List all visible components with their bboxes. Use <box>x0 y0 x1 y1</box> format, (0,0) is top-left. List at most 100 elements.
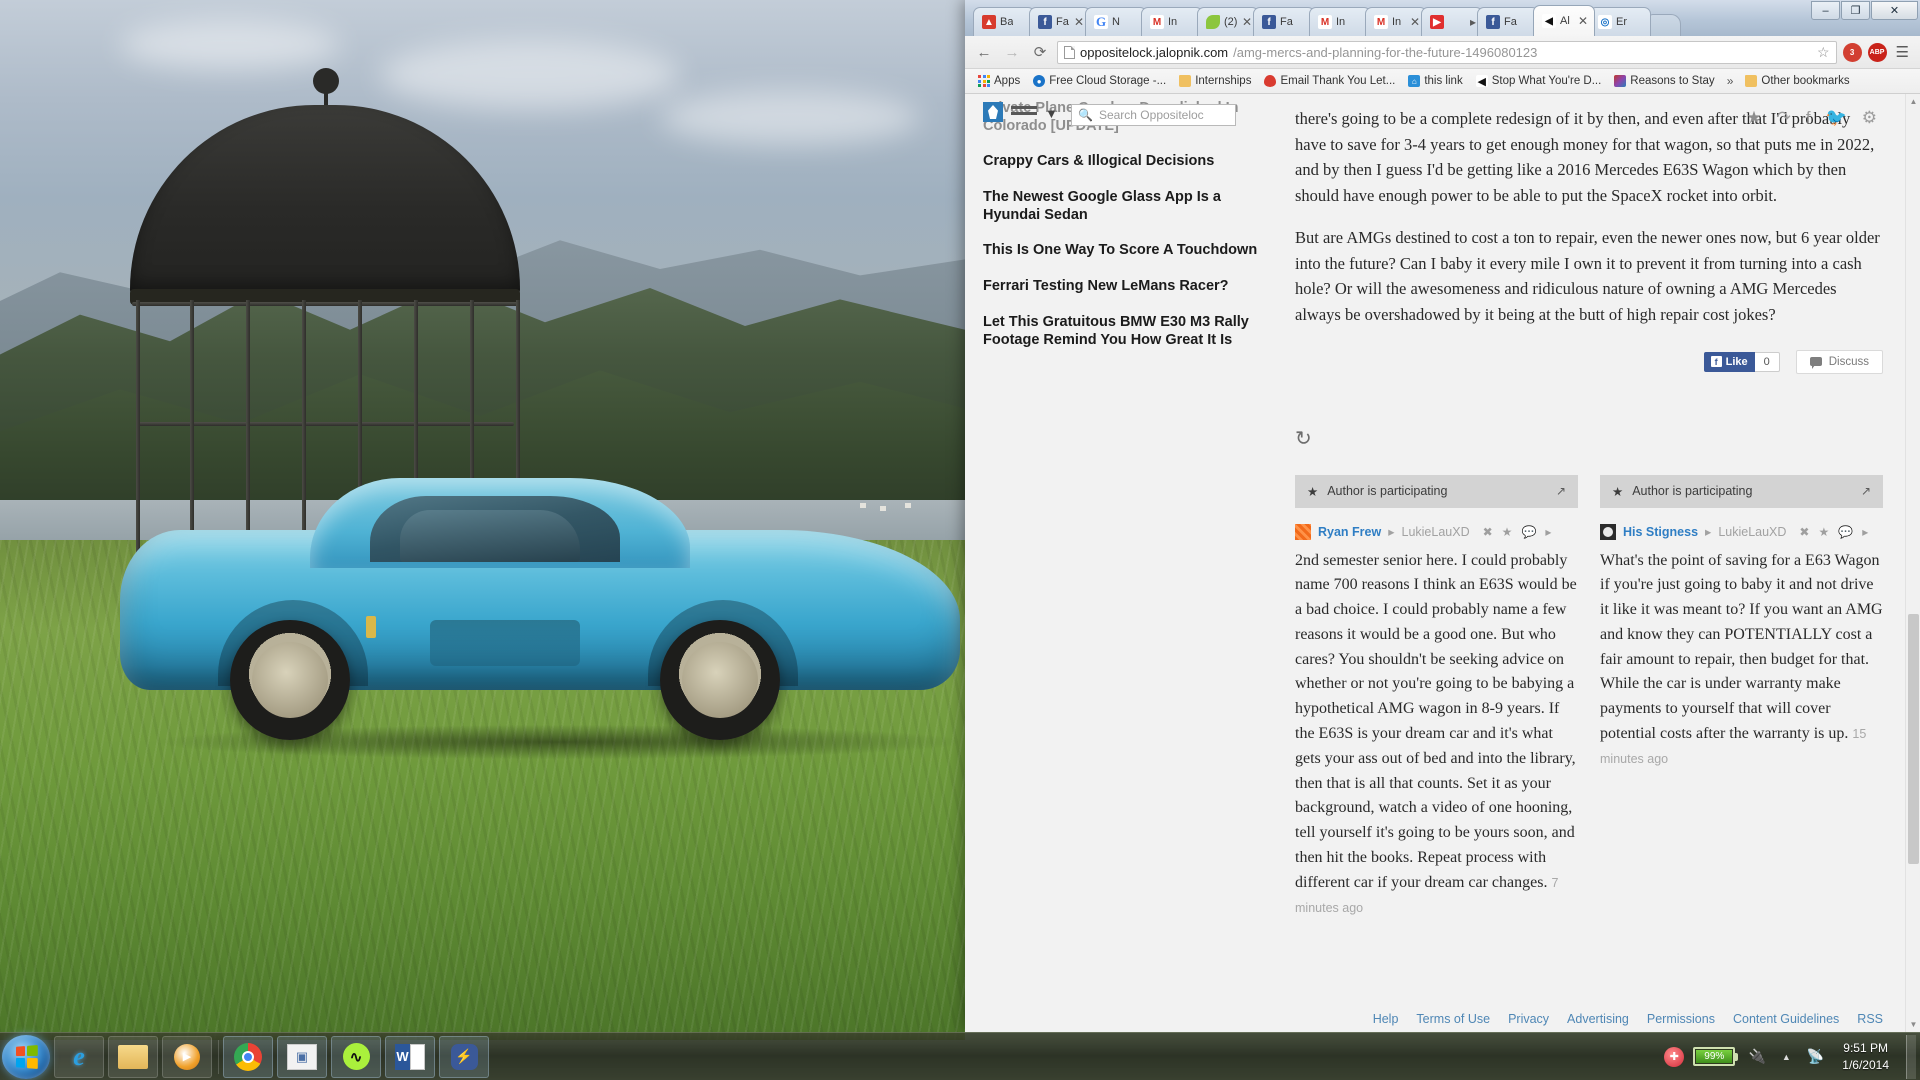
comment-reply-to[interactable]: LukieLauXD <box>1402 525 1470 539</box>
browser-tab[interactable]: f Fa <box>1477 7 1539 36</box>
browser-tab[interactable]: f Fa <box>1253 7 1315 36</box>
tab-close-icon[interactable]: ✕ <box>1242 15 1252 29</box>
browser-tab[interactable]: M In ✕ <box>1365 7 1427 36</box>
reply-icon[interactable]: 💬 <box>1838 525 1853 539</box>
star-icon[interactable]: ★ <box>1502 525 1513 539</box>
start-button[interactable] <box>2 1034 50 1079</box>
twitter-icon[interactable]: 🐦 <box>1826 108 1847 128</box>
taskbar-clock[interactable]: 9:51 PM 1/6/2014 <box>1834 1040 1897 1072</box>
forward-button[interactable]: → <box>1001 41 1023 63</box>
menu-hamburger-icon[interactable] <box>1011 106 1037 118</box>
address-bar[interactable]: oppositelock.jalopnik.com/amg-mercs-and-… <box>1057 40 1837 64</box>
footer-link-help[interactable]: Help <box>1373 1012 1399 1026</box>
battery-indicator[interactable]: 99% <box>1693 1047 1739 1066</box>
network-icon[interactable]: 📡 <box>1805 1047 1825 1067</box>
power-plug-icon[interactable]: 🔌 <box>1747 1047 1767 1067</box>
bookmark-reasons-to-stay[interactable]: Reasons to Stay <box>1609 73 1719 89</box>
comment-author[interactable]: Ryan Frew <box>1318 525 1381 539</box>
show-hidden-icons[interactable]: ▲ <box>1776 1047 1796 1067</box>
sidebar-article-link[interactable]: Let This Gratuitous BMW E30 M3 Rally Foo… <box>983 314 1273 349</box>
maximize-button[interactable]: ❐ <box>1841 1 1870 20</box>
tab-close-icon[interactable]: ✕ <box>1074 15 1084 29</box>
sidebar-article-link[interactable]: The Newest Google Glass App Is a Hyundai… <box>983 189 1273 224</box>
browser-tab[interactable]: ▲ Ba <box>973 7 1035 36</box>
browser-tab[interactable]: M In <box>1141 7 1203 36</box>
show-desktop-button[interactable] <box>1906 1034 1916 1079</box>
bookmark-apps[interactable]: Apps <box>973 73 1025 89</box>
like-button[interactable]: f Like <box>1703 351 1755 372</box>
more-icon[interactable]: ▸ <box>1862 525 1868 539</box>
bookmarks-overflow-icon[interactable]: » <box>1723 74 1738 88</box>
site-logo[interactable] <box>983 102 1003 122</box>
reload-button[interactable]: ⟳ <box>1029 41 1051 63</box>
dismiss-icon[interactable]: ✖ <box>1799 525 1809 539</box>
browser-tab[interactable]: ◎ Er <box>1589 7 1651 36</box>
taskbar-google-chrome[interactable] <box>223 1035 273 1078</box>
taskbar-microsoft-word[interactable]: W <box>385 1035 435 1078</box>
new-tab-button[interactable] <box>1647 14 1681 36</box>
gear-icon[interactable]: ⚙ <box>1862 108 1877 128</box>
comment-reply-to[interactable]: LukieLauXD <box>1718 525 1786 539</box>
taskbar-spotify[interactable]: ∿ <box>331 1035 381 1078</box>
bookmark-email-thank-you[interactable]: Email Thank You Let... <box>1259 73 1400 89</box>
refresh-comments-button[interactable]: ↻ <box>1295 426 1883 451</box>
expand-icon[interactable]: ↗ <box>1861 484 1871 498</box>
author-participating-banner[interactable]: ★ Author is participating ↗ <box>1600 474 1883 508</box>
chrome-menu-button[interactable]: ☰ <box>1893 43 1912 61</box>
share-icon[interactable]: ↷ <box>1777 108 1791 128</box>
footer-link-content-guidelines[interactable]: Content Guidelines <box>1733 1012 1839 1026</box>
tab-close-icon[interactable]: ✕ <box>1410 15 1420 29</box>
footer-link-permissions[interactable]: Permissions <box>1647 1012 1715 1026</box>
taskbar-windows-media-player[interactable]: ▶ <box>162 1035 212 1078</box>
bookmark-this-link[interactable]: ⌂ this link <box>1403 73 1467 89</box>
taskbar-itch-app[interactable]: ▣ <box>277 1035 327 1078</box>
taskbar-facebook-messenger[interactable]: ⚡ <box>439 1035 489 1078</box>
scrollbar-thumb[interactable] <box>1908 614 1919 864</box>
red-shield-icon[interactable]: ✚ <box>1664 1046 1685 1067</box>
browser-tab[interactable]: f Fa ✕ <box>1029 7 1091 36</box>
star-icon[interactable]: ★ <box>1818 525 1829 539</box>
star-icon[interactable]: ★ <box>1746 108 1761 128</box>
facebook-like-widget[interactable]: f Like 0 <box>1703 351 1780 372</box>
taskbar-internet-explorer[interactable]: e <box>54 1035 104 1078</box>
facebook-icon[interactable]: f <box>1806 108 1811 128</box>
sidebar-article-link[interactable]: Crappy Cars & Illogical Decisions <box>983 153 1273 171</box>
sidebar-article-link[interactable]: This Is One Way To Score A Touchdown <box>983 242 1273 260</box>
sidebar-article-link[interactable]: Ferrari Testing New LeMans Racer? <box>983 278 1273 296</box>
close-button[interactable]: ✕ <box>1871 1 1918 20</box>
dismiss-icon[interactable]: ✖ <box>1483 525 1493 539</box>
footer-link-advertising[interactable]: Advertising <box>1567 1012 1629 1026</box>
author-participating-banner[interactable]: ★ Author is participating ↗ <box>1295 474 1578 508</box>
tab-overflow-icon[interactable]: ▸ <box>1470 15 1476 29</box>
browser-tab-active[interactable]: ◀ Al ✕ <box>1533 5 1595 36</box>
taskbar-separator <box>218 1039 219 1074</box>
browser-tab[interactable]: M In <box>1309 7 1371 36</box>
browser-tab[interactable]: G N <box>1085 7 1147 36</box>
discuss-button[interactable]: Discuss <box>1795 349 1883 374</box>
back-button[interactable]: ← <box>973 41 995 63</box>
bookmark-internships[interactable]: Internships <box>1174 73 1256 89</box>
bookmark-stop-what-youre-doing[interactable]: ◀ Stop What You're D... <box>1471 73 1607 89</box>
minimize-button[interactable]: – <box>1811 1 1840 20</box>
footer-link-rss[interactable]: RSS <box>1857 1012 1883 1026</box>
footer-link-privacy[interactable]: Privacy <box>1508 1012 1549 1026</box>
browser-tab[interactable]: ▶ ▸ <box>1421 7 1483 36</box>
browser-tab[interactable]: (2) ✕ <box>1197 7 1259 36</box>
reply-icon[interactable]: 💬 <box>1521 525 1536 539</box>
bookmark-free-cloud-storage[interactable]: ● Free Cloud Storage -... <box>1028 73 1171 89</box>
adblock-plus-extension-icon[interactable]: ABP <box>1867 42 1887 62</box>
chevron-down-icon[interactable]: ▼ <box>1045 106 1058 121</box>
bookmark-star-icon[interactable]: ☆ <box>1817 44 1830 61</box>
comment-author[interactable]: His Stigness <box>1623 525 1698 539</box>
search-input[interactable]: 🔍 Search Oppositeloc <box>1071 104 1236 126</box>
footer-link-terms[interactable]: Terms of Use <box>1416 1012 1490 1026</box>
ghostery-extension-icon[interactable]: 3 <box>1842 42 1862 62</box>
more-icon[interactable]: ▸ <box>1545 525 1551 539</box>
scroll-up-arrow[interactable]: ▲ <box>1906 94 1920 109</box>
bookmark-other-bookmarks[interactable]: Other bookmarks <box>1740 73 1854 89</box>
expand-icon[interactable]: ↗ <box>1556 484 1566 498</box>
page-scrollbar[interactable]: ▲ ▼ <box>1905 94 1920 1032</box>
scroll-down-arrow[interactable]: ▼ <box>1906 1017 1920 1032</box>
taskbar-windows-explorer[interactable] <box>108 1035 158 1078</box>
tab-close-icon[interactable]: ✕ <box>1578 14 1588 28</box>
